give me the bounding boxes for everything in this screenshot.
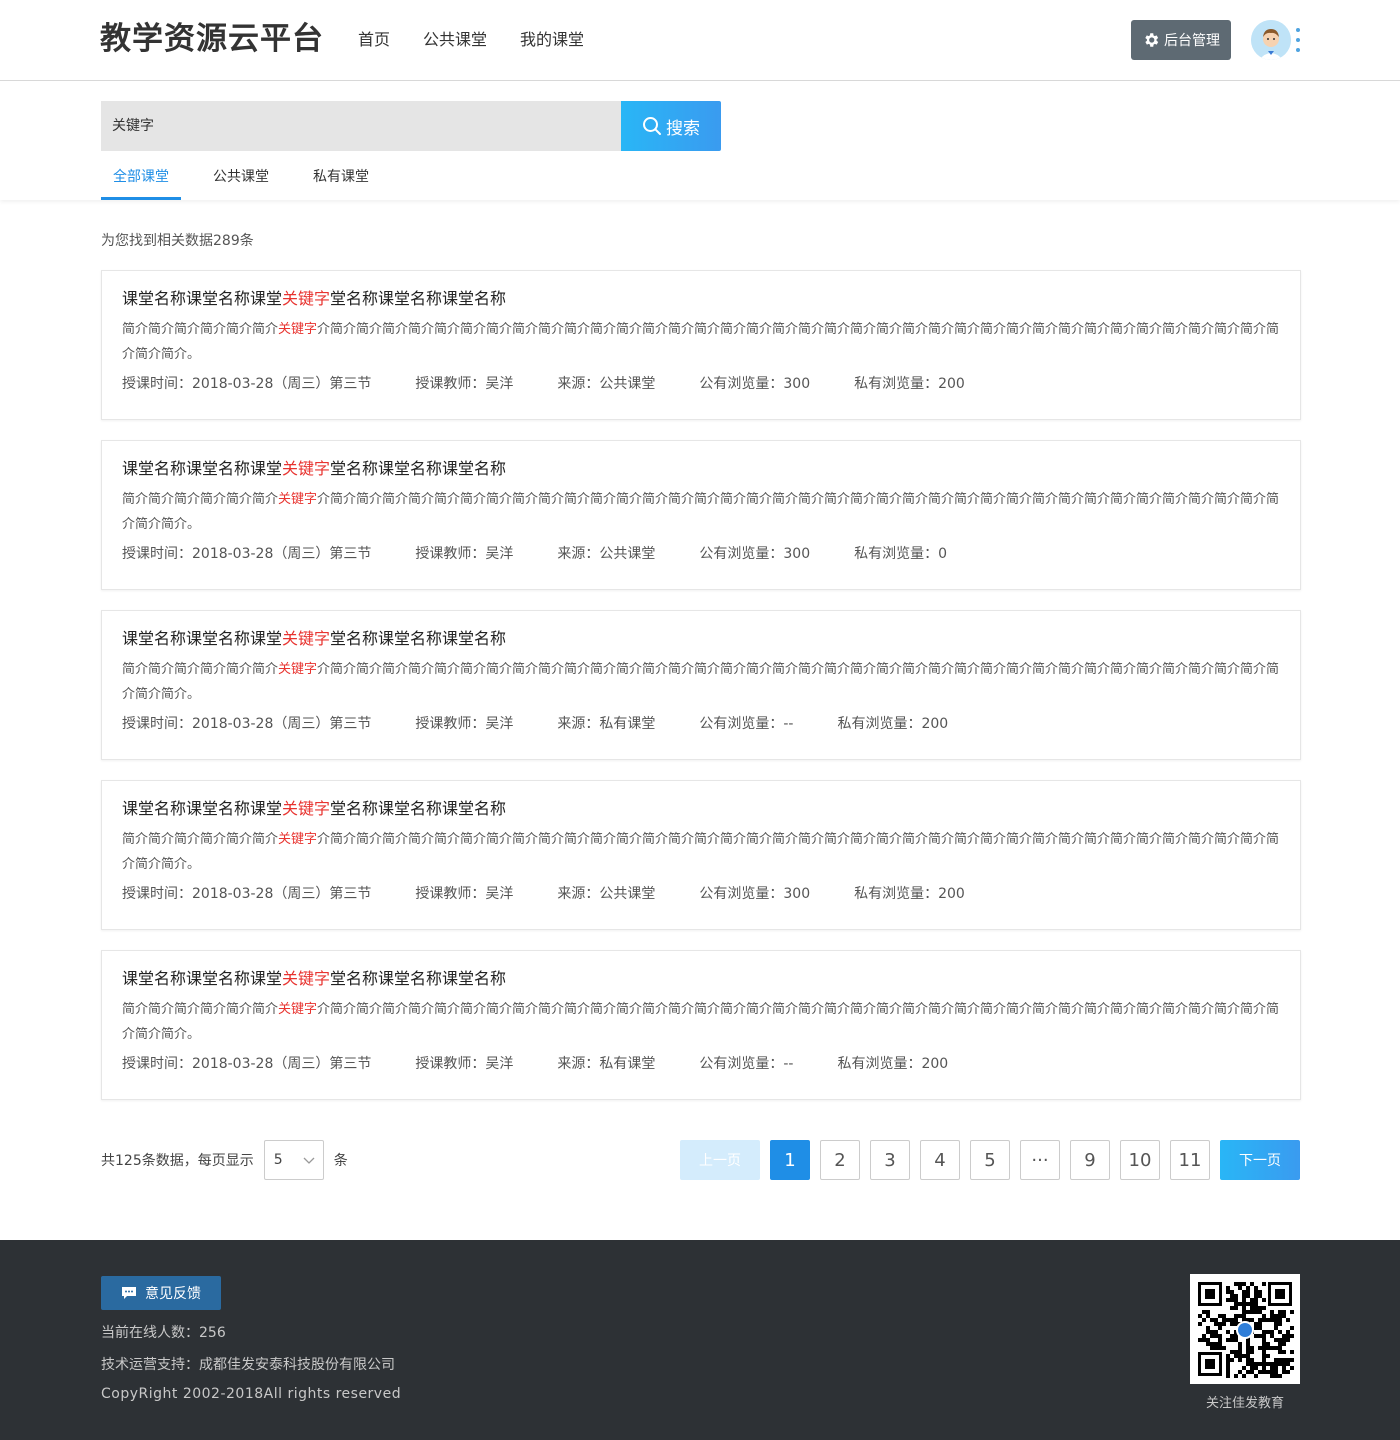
class-private-views: 私有浏览量：200 — [854, 886, 965, 902]
page-size-select[interactable]: 5 — [263, 1140, 324, 1180]
tab-public-classes[interactable]: 公共课堂 — [201, 165, 281, 200]
class-time: 授课时间：2018-03-28（周三）第三节 — [122, 546, 372, 562]
nav-public-class[interactable]: 公共课堂 — [423, 28, 487, 52]
class-card[interactable]: 课堂名称课堂名称课堂关键字堂名称课堂名称课堂名称 简介简介简介简介简介简介关键字… — [101, 950, 1301, 1100]
class-source: 来源：公共课堂 — [557, 376, 656, 392]
chevron-down-icon — [303, 1157, 315, 1164]
class-description: 简介简介简介简介简介简介关键字介简介简介简介简介简介简介简介简介简介简介简介简介… — [122, 492, 1280, 532]
class-time: 授课时间：2018-03-28（周三）第三节 — [122, 376, 372, 392]
class-card[interactable]: 课堂名称课堂名称课堂关键字堂名称课堂名称课堂名称 简介简介简介简介简介简介关键字… — [101, 270, 1301, 420]
result-count: 为您找到相关数据289条 — [101, 233, 254, 249]
class-source: 来源：公共课堂 — [557, 886, 656, 902]
class-meta: 授课时间：2018-03-28（周三）第三节 授课教师：吴洋 来源：私有课堂 公… — [122, 713, 1280, 733]
class-title: 课堂名称课堂名称课堂关键字堂名称课堂名称课堂名称 — [122, 289, 507, 308]
class-public-views: 公有浏览量：300 — [699, 886, 811, 902]
page-11-button[interactable]: 11 — [1170, 1140, 1210, 1180]
page-5-button[interactable]: 5 — [970, 1140, 1010, 1180]
search-button-label: 搜索 — [666, 118, 700, 139]
page-4-button[interactable]: 4 — [920, 1140, 960, 1180]
class-meta: 授课时间：2018-03-28（周三）第三节 授课教师：吴洋 来源：公共课堂 公… — [122, 373, 1280, 393]
total-prefix: 共125条数据，每页显示 — [101, 1153, 254, 1169]
copyright: CopyRight 2002-2018All rights reserved — [101, 1386, 402, 1402]
search-button[interactable]: 搜索 — [621, 101, 721, 151]
class-teacher: 授课教师：吴洋 — [415, 716, 514, 732]
class-description: 简介简介简介简介简介简介关键字介简介简介简介简介简介简介简介简介简介简介简介简介… — [122, 662, 1280, 702]
class-title: 课堂名称课堂名称课堂关键字堂名称课堂名称课堂名称 — [122, 969, 507, 988]
page-3-button[interactable]: 3 — [870, 1140, 910, 1180]
class-teacher: 授课教师：吴洋 — [415, 886, 514, 902]
page-9-button[interactable]: 9 — [1070, 1140, 1110, 1180]
class-tabs: 全部课堂 公共课堂 私有课堂 — [101, 165, 401, 200]
class-public-views: 公有浏览量：300 — [699, 376, 811, 392]
class-card[interactable]: 课堂名称课堂名称课堂关键字堂名称课堂名称课堂名称 简介简介简介简介简介简介关键字… — [101, 780, 1301, 930]
main-nav: 首页 公共课堂 我的课堂 — [358, 28, 617, 52]
class-meta: 授课时间：2018-03-28（周三）第三节 授课教师：吴洋 来源：公共课堂 公… — [122, 883, 1280, 903]
pagination: 上一页 1 2 3 4 5 ··· 9 10 11 下一页 — [680, 1140, 1300, 1180]
class-title: 课堂名称课堂名称课堂关键字堂名称课堂名称课堂名称 — [122, 629, 507, 648]
class-teacher: 授课教师：吴洋 — [415, 546, 514, 562]
page-10-button[interactable]: 10 — [1120, 1140, 1160, 1180]
online-count: 当前在线人数：256 — [101, 1325, 226, 1341]
nav-my-class[interactable]: 我的课堂 — [520, 28, 584, 52]
class-source: 来源：私有课堂 — [557, 716, 656, 732]
tab-all-classes[interactable]: 全部课堂 — [101, 165, 181, 200]
class-source: 来源：公共课堂 — [557, 546, 656, 562]
tab-private-classes[interactable]: 私有课堂 — [301, 165, 381, 200]
class-description: 简介简介简介简介简介简介关键字介简介简介简介简介简介简介简介简介简介简介简介简介… — [122, 832, 1280, 872]
qr-code — [1190, 1274, 1300, 1384]
user-avatar[interactable] — [1251, 20, 1291, 60]
admin-button-label: 后台管理 — [1164, 33, 1220, 49]
site-logo[interactable]: 教学资源云平台 — [100, 18, 324, 60]
feedback-label: 意见反馈 — [145, 1286, 201, 1302]
page-size-control: 共125条数据，每页显示 5 条 — [101, 1140, 348, 1180]
footer: 意见反馈 当前在线人数：256 技术运营支持：成都佳发安泰科技股份有限公司 Co… — [0, 1240, 1400, 1440]
gear-icon — [1145, 33, 1159, 47]
page-size-value: 5 — [273, 1152, 283, 1168]
class-public-views: 公有浏览量：-- — [699, 1056, 794, 1072]
search-section: 搜索 全部课堂 公共课堂 私有课堂 — [0, 81, 1400, 200]
class-private-views: 私有浏览量：200 — [837, 716, 949, 732]
class-teacher: 授课教师：吴洋 — [415, 376, 514, 392]
admin-button[interactable]: 后台管理 — [1131, 20, 1231, 60]
nav-home[interactable]: 首页 — [358, 28, 390, 52]
search-input[interactable] — [101, 101, 621, 151]
top-header: 教学资源云平台 首页 公共课堂 我的课堂 后台管理 — [0, 0, 1400, 81]
class-public-views: 公有浏览量：-- — [699, 716, 794, 732]
class-time: 授课时间：2018-03-28（周三）第三节 — [122, 716, 372, 732]
total-suffix: 条 — [333, 1153, 348, 1169]
class-teacher: 授课教师：吴洋 — [415, 1056, 514, 1072]
search-icon — [643, 117, 661, 135]
class-card[interactable]: 课堂名称课堂名称课堂关键字堂名称课堂名称课堂名称 简介简介简介简介简介简介关键字… — [101, 610, 1301, 760]
class-meta: 授课时间：2018-03-28（周三）第三节 授课教师：吴洋 来源：私有课堂 公… — [122, 1053, 1280, 1073]
class-private-views: 私有浏览量：0 — [854, 546, 948, 562]
class-description: 简介简介简介简介简介简介关键字介简介简介简介简介简介简介简介简介简介简介简介简介… — [122, 322, 1280, 362]
tech-support: 技术运营支持：成都佳发安泰科技股份有限公司 — [101, 1357, 395, 1373]
class-time: 授课时间：2018-03-28（周三）第三节 — [122, 1056, 372, 1072]
class-title: 课堂名称课堂名称课堂关键字堂名称课堂名称课堂名称 — [122, 459, 507, 478]
qr-label: 关注佳发教育 — [1205, 1396, 1284, 1411]
prev-page-button[interactable]: 上一页 — [680, 1140, 760, 1180]
class-card[interactable]: 课堂名称课堂名称课堂关键字堂名称课堂名称课堂名称 简介简介简介简介简介简介关键字… — [101, 440, 1301, 590]
class-private-views: 私有浏览量：200 — [854, 376, 965, 392]
class-private-views: 私有浏览量：200 — [837, 1056, 949, 1072]
more-menu-icon[interactable] — [1294, 28, 1302, 52]
class-list: 课堂名称课堂名称课堂关键字堂名称课堂名称课堂名称 简介简介简介简介简介简介关键字… — [101, 270, 1301, 1120]
class-time: 授课时间：2018-03-28（周三）第三节 — [122, 886, 372, 902]
page-1-button[interactable]: 1 — [770, 1140, 810, 1180]
class-source: 来源：私有课堂 — [557, 1056, 656, 1072]
next-page-button[interactable]: 下一页 — [1220, 1140, 1300, 1180]
class-title: 课堂名称课堂名称课堂关键字堂名称课堂名称课堂名称 — [122, 799, 507, 818]
feedback-button[interactable]: 意见反馈 — [101, 1276, 221, 1310]
chat-bubble-icon — [122, 1287, 136, 1299]
page-2-button[interactable]: 2 — [820, 1140, 860, 1180]
class-meta: 授课时间：2018-03-28（周三）第三节 授课教师：吴洋 来源：公共课堂 公… — [122, 543, 1280, 563]
class-public-views: 公有浏览量：300 — [699, 546, 811, 562]
page-ellipsis[interactable]: ··· — [1020, 1140, 1060, 1180]
class-description: 简介简介简介简介简介简介关键字介简介简介简介简介简介简介简介简介简介简介简介简介… — [122, 1002, 1280, 1042]
